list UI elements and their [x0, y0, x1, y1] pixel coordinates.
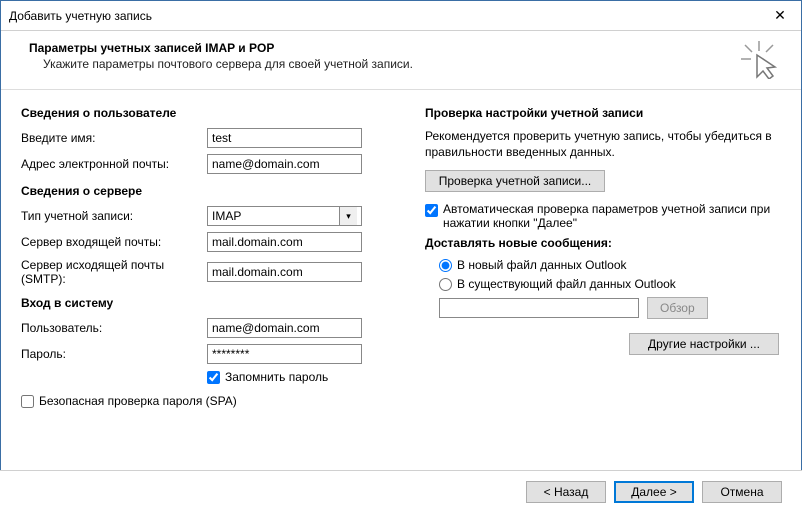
- close-icon: ✕: [774, 7, 786, 24]
- account-type-value: IMAP: [212, 209, 241, 223]
- deliver-heading: Доставлять новые сообщения:: [425, 236, 781, 250]
- outgoing-server-label: Сервер исходящей почты (SMTP):: [21, 258, 207, 286]
- spa-label: Безопасная проверка пароля (SPA): [39, 394, 237, 408]
- test-settings-desc: Рекомендуется проверить учетную запись, …: [425, 128, 781, 160]
- name-input[interactable]: [207, 128, 362, 148]
- left-column: Сведения о пользователе Введите имя: Адр…: [21, 102, 401, 414]
- name-label: Введите имя:: [21, 131, 207, 145]
- password-input[interactable]: [207, 344, 362, 364]
- login-section-title: Вход в систему: [21, 296, 401, 310]
- test-account-button[interactable]: Проверка учетной записи...: [425, 170, 605, 192]
- username-label: Пользователь:: [21, 321, 207, 335]
- auto-test-label: Автоматическая проверка параметров учетн…: [443, 202, 781, 230]
- radio-existing-pst[interactable]: [439, 278, 452, 291]
- test-settings-heading: Проверка настройки учетной записи: [425, 106, 781, 120]
- outgoing-server-input[interactable]: [207, 262, 362, 282]
- dialog-heading: Параметры учетных записей IMAP и POP: [29, 41, 781, 55]
- server-info-section-title: Сведения о сервере: [21, 184, 401, 198]
- wizard-cursor-icon: [739, 39, 779, 79]
- dialog-header: Параметры учетных записей IMAP и POP Ука…: [1, 31, 801, 90]
- back-button[interactable]: < Назад: [526, 481, 606, 503]
- titlebar: Добавить учетную запись ✕: [1, 1, 801, 31]
- browse-button[interactable]: Обзор: [647, 297, 708, 319]
- password-label: Пароль:: [21, 347, 207, 361]
- dialog-footer: < Назад Далее > Отмена: [0, 470, 802, 513]
- window-title: Добавить учетную запись: [9, 9, 152, 23]
- radio-new-pst-label: В новый файл данных Outlook: [457, 258, 627, 272]
- username-input[interactable]: [207, 318, 362, 338]
- cancel-button[interactable]: Отмена: [702, 481, 782, 503]
- radio-existing-pst-label: В существующий файл данных Outlook: [457, 277, 676, 291]
- user-info-section-title: Сведения о пользователе: [21, 106, 401, 120]
- account-type-select[interactable]: IMAP ▾: [207, 206, 362, 226]
- spa-checkbox[interactable]: [21, 395, 34, 408]
- pst-path-input[interactable]: [439, 298, 639, 318]
- incoming-server-input[interactable]: [207, 232, 362, 252]
- remember-password-label: Запомнить пароль: [225, 370, 328, 384]
- email-input[interactable]: [207, 154, 362, 174]
- right-column: Проверка настройки учетной записи Рекоме…: [425, 102, 781, 414]
- more-settings-button[interactable]: Другие настройки ...: [629, 333, 779, 355]
- next-button[interactable]: Далее >: [614, 481, 694, 503]
- auto-test-checkbox[interactable]: [425, 204, 438, 217]
- email-label: Адрес электронной почты:: [21, 157, 207, 171]
- dialog-subheading: Укажите параметры почтового сервера для …: [29, 57, 781, 71]
- incoming-server-label: Сервер входящей почты:: [21, 235, 207, 249]
- radio-new-pst[interactable]: [439, 259, 452, 272]
- dialog-content: Сведения о пользователе Введите имя: Адр…: [1, 90, 801, 422]
- chevron-down-icon: ▾: [339, 207, 357, 225]
- remember-password-checkbox[interactable]: [207, 371, 220, 384]
- account-type-label: Тип учетной записи:: [21, 209, 207, 223]
- close-button[interactable]: ✕: [759, 1, 801, 31]
